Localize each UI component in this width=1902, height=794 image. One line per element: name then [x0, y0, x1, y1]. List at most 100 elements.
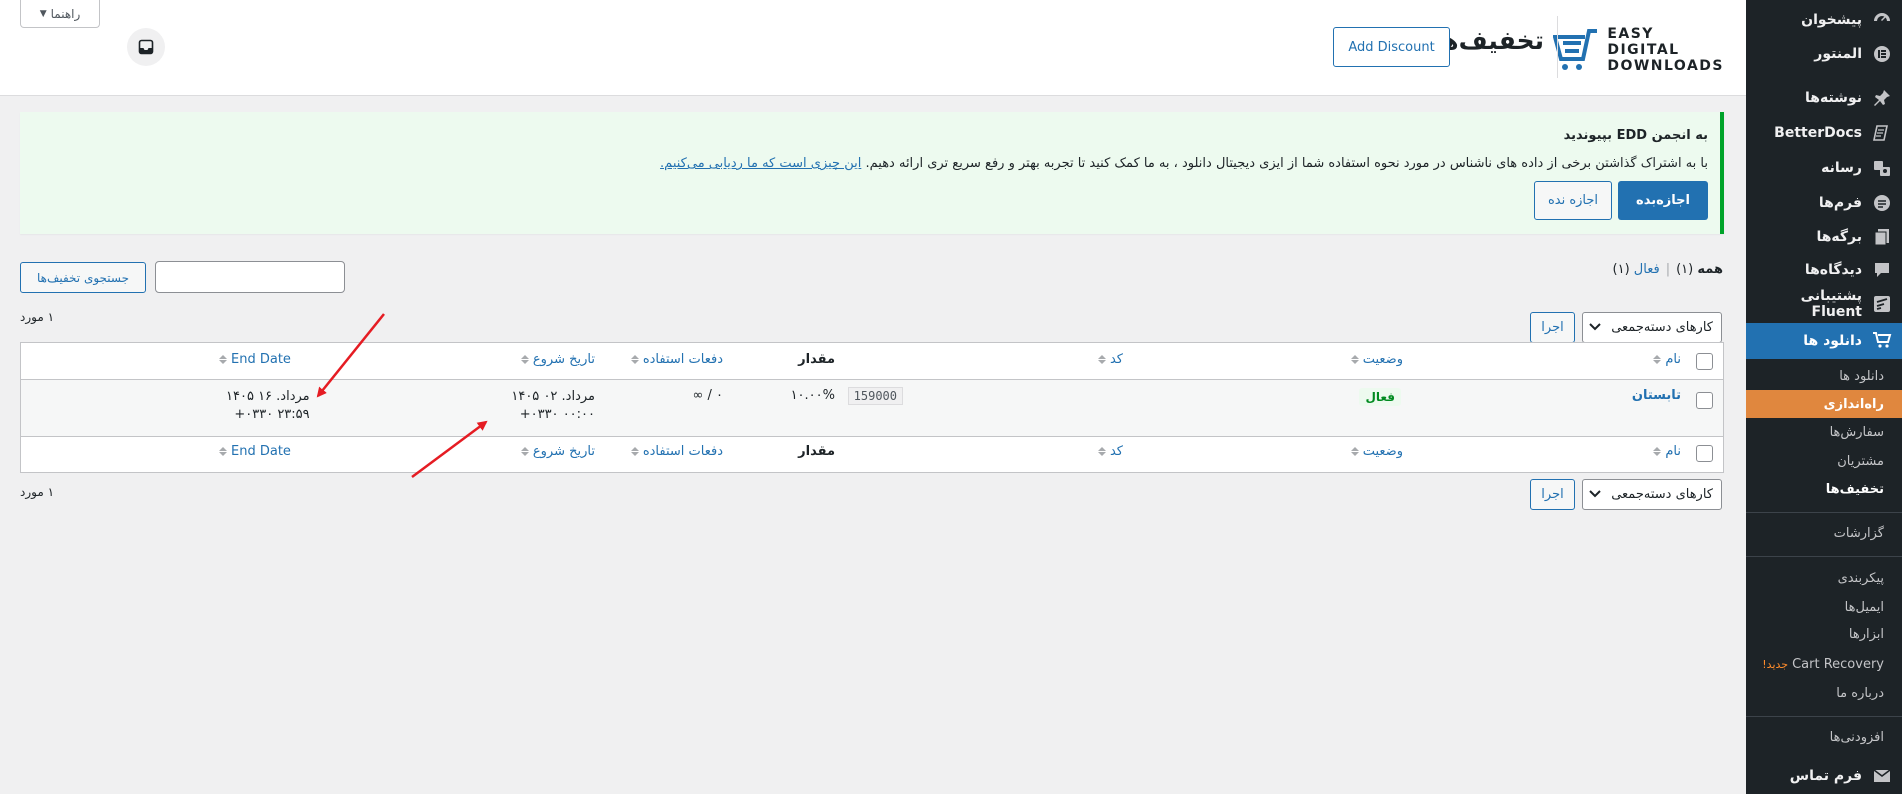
sort-icon — [630, 355, 639, 364]
notice-title: به انجمن EDD بپیوندید — [1563, 128, 1708, 143]
row-checkbox[interactable] — [1696, 392, 1713, 409]
sort-icon — [1350, 447, 1359, 456]
table-footer-row: نام وضعیت کد مقدار دفعات استفاده تاریخ ش… — [21, 436, 1723, 473]
sort-icon — [219, 447, 227, 456]
deny-tracking-button[interactable]: اجازه نده — [1534, 181, 1612, 220]
column-status-footer[interactable]: وضعیت — [1350, 444, 1403, 459]
menu-label: برگه‌ها — [1816, 229, 1862, 245]
column-start-date-footer[interactable]: تاریخ شروع — [520, 444, 595, 459]
notice-tracking-link[interactable]: این چیزی است که ما ردیابی می‌کنیم. — [660, 156, 861, 171]
menu-elementor[interactable]: المنتور — [1746, 37, 1902, 71]
menu-label: فرم تماس — [1789, 768, 1862, 784]
allow-tracking-button[interactable]: اجازه‌بده — [1618, 181, 1708, 220]
column-end-date-footer[interactable]: End Date — [219, 444, 291, 459]
menu-pages[interactable]: برگه‌ها — [1746, 220, 1902, 254]
submenu-divider — [1746, 716, 1902, 717]
items-count-bottom: ۱ مورد — [20, 485, 55, 499]
menu-betterdocs[interactable]: BetterDocs — [1746, 116, 1902, 150]
admin-sidebar: پیشخوان المنتور نوشته‌ها BetterDocs رسان… — [1738, 0, 1902, 794]
column-uses-footer[interactable]: دفعات استفاده — [630, 444, 723, 459]
discount-end-date: مرداد. ۱۶ ۱۴۰۵ ۲۳:۵۹ ۰۳۳۰+ — [226, 389, 310, 422]
add-discount-button[interactable]: Add Discount — [1333, 27, 1450, 67]
edd-cart-icon — [1553, 29, 1598, 70]
column-code-footer[interactable]: کد — [1097, 444, 1123, 459]
column-name-footer[interactable]: نام — [1653, 444, 1681, 459]
menu-comments[interactable]: دیدگاه‌ها — [1746, 253, 1902, 287]
apply-bulk-button-bottom[interactable]: اجرا — [1530, 479, 1575, 510]
page-header: EASY DIGITAL DOWNLOADS تخفیف‌ها Add Disc… — [0, 0, 1746, 96]
fluent-support-icon — [1872, 294, 1892, 314]
sort-icon — [520, 447, 529, 456]
inbox-button[interactable] — [127, 28, 165, 66]
menu-downloads[interactable]: دانلود ها — [1746, 323, 1902, 359]
betterdocs-icon — [1872, 123, 1892, 143]
submenu-downloads[interactable]: دانلود ها — [1746, 362, 1902, 390]
submenu-divider — [1746, 556, 1902, 557]
discount-amount: ۱۰.۰۰% — [790, 388, 835, 403]
submenu-orders[interactable]: سفارش‌ها — [1746, 418, 1902, 446]
menu-contact-form[interactable]: فرم تماس — [1746, 759, 1902, 793]
notice-text: با به اشتراک گذاشتن برخی از داده های ناش… — [660, 156, 1708, 171]
table-row: تابستان فعال 159000 ۱۰.۰۰% ۰ / ∞ مرداد. … — [21, 380, 1723, 436]
search-discounts-button[interactable]: جستجوی تخفیف‌ها — [20, 262, 146, 293]
filter-active[interactable]: فعال (۱) — [1613, 262, 1660, 277]
discount-code: 159000 — [847, 387, 903, 405]
menu-media[interactable]: رسانه — [1746, 151, 1902, 185]
pin-icon — [1872, 88, 1892, 108]
sort-icon — [520, 355, 529, 364]
submenu-about[interactable]: درباره ما — [1746, 679, 1902, 707]
sort-icon — [1097, 355, 1106, 364]
caret-down-icon: ▼ — [39, 8, 47, 19]
select-all-checkbox[interactable] — [1696, 353, 1713, 370]
submenu-cart-recovery[interactable]: Cart Recovery جدید! — [1746, 650, 1902, 678]
inbox-icon — [138, 39, 154, 55]
column-end-date[interactable]: End Date — [219, 352, 291, 367]
menu-fluent-support[interactable]: پشتیبانی Fluent — [1746, 287, 1902, 321]
filter-all[interactable]: همه (۱) — [1676, 262, 1723, 277]
chevron-down-icon — [1589, 487, 1601, 502]
sort-icon — [1350, 355, 1359, 364]
menu-label: دیدگاه‌ها — [1804, 262, 1862, 278]
submenu-reports[interactable]: گزارشات — [1746, 519, 1902, 547]
column-name[interactable]: نام — [1653, 352, 1681, 367]
submenu-tools[interactable]: ابزارها — [1746, 620, 1902, 648]
header-divider — [1557, 16, 1558, 78]
submenu-settings[interactable]: پیکربندی — [1746, 564, 1902, 592]
menu-label: پشتیبانی Fluent — [1800, 288, 1862, 320]
discount-name-link[interactable]: تابستان — [1632, 388, 1681, 403]
select-all-checkbox-footer[interactable] — [1696, 445, 1713, 462]
column-uses[interactable]: دفعات استفاده — [630, 352, 723, 367]
chevron-down-icon — [1589, 320, 1601, 335]
column-status[interactable]: وضعیت — [1350, 352, 1403, 367]
submenu-discounts[interactable]: تخفیف‌ها — [1746, 475, 1902, 503]
column-start-date[interactable]: تاریخ شروع — [520, 352, 595, 367]
menu-dashboard[interactable]: پیشخوان — [1746, 3, 1902, 37]
dashboard-icon — [1872, 10, 1892, 30]
cart-icon — [1872, 330, 1892, 350]
menu-label: رسانه — [1821, 160, 1862, 176]
submenu-divider — [1746, 512, 1902, 513]
menu-forms[interactable]: فرم‌ها — [1746, 186, 1902, 220]
new-badge: جدید! — [1762, 657, 1789, 671]
help-tab-button[interactable]: راهنما ▼ — [20, 0, 100, 28]
discount-search-input[interactable] — [155, 261, 345, 293]
submenu-setup[interactable]: راه‌اندازی — [1746, 390, 1902, 418]
column-amount: مقدار — [798, 352, 835, 367]
media-icon — [1872, 158, 1892, 178]
pages-icon — [1872, 227, 1892, 247]
menu-label: فرم‌ها — [1818, 195, 1862, 211]
discount-uses: ۰ / ∞ — [692, 388, 723, 403]
submenu-emails[interactable]: ایمیل‌ها — [1746, 593, 1902, 621]
forms-icon — [1872, 193, 1892, 213]
submenu-customers[interactable]: مشتریان — [1746, 447, 1902, 475]
menu-posts[interactable]: نوشته‌ها — [1746, 81, 1902, 115]
menu-label: المنتور — [1814, 46, 1862, 62]
status-badge: فعال — [1359, 388, 1401, 406]
discounts-table: نام وضعیت کد مقدار دفعات استفاده تاریخ ش… — [20, 342, 1724, 473]
bulk-actions-select-top[interactable]: کارهای دسته‌جمعی — [1582, 312, 1722, 343]
sort-icon — [630, 447, 639, 456]
submenu-extensions[interactable]: افزودنی‌ها — [1746, 723, 1902, 751]
column-code[interactable]: کد — [1097, 352, 1123, 367]
apply-bulk-button-top[interactable]: اجرا — [1530, 312, 1575, 343]
bulk-actions-select-bottom[interactable]: کارهای دسته‌جمعی — [1582, 479, 1722, 510]
